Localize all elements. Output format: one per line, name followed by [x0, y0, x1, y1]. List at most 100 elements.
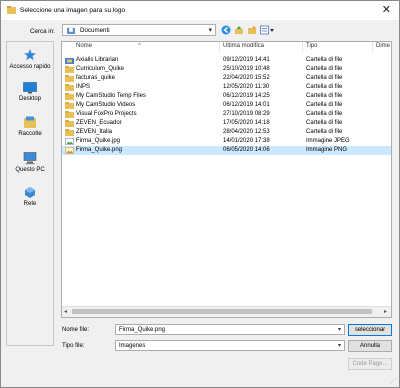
resize-grip-icon[interactable]: ⋰: [390, 377, 397, 385]
folder-icon: [65, 66, 74, 73]
folder-icon: [65, 75, 74, 82]
chevron-down-icon[interactable]: ▾: [338, 326, 341, 333]
file-date: 27/10/2019 08:29: [223, 111, 270, 117]
column-modified[interactable]: Ultima modifica: [223, 43, 264, 49]
file-row[interactable]: Visual FoxPro Projects 27/10/2019 08:29 …: [62, 110, 391, 119]
horizontal-scrollbar[interactable]: ◂ ▸: [62, 306, 391, 317]
file-type: Cartella di file: [306, 120, 343, 126]
place-this-pc[interactable]: Questo PC: [7, 152, 53, 173]
chevron-down-icon: ▾: [337, 343, 341, 349]
file-row[interactable]: ZEVEN_Ecuador 17/05/2020 14:18 Cartella …: [62, 119, 391, 128]
places-bar: Accesso rapido Desktop Raccolte Questo P…: [6, 41, 54, 346]
file-date: 06/05/2020 14:06: [223, 147, 270, 153]
file-name: Visual FoxPro Projects: [76, 111, 137, 117]
file-type: Cartella di file: [306, 102, 343, 108]
file-name: ZEVEN_Italia: [76, 129, 113, 135]
place-label: Accesso rapido: [9, 64, 51, 70]
file-name: Curriculum_Quike: [76, 66, 125, 72]
file-row[interactable]: Curriculum_Quike 25/10/2019 10:48 Cartel…: [62, 65, 391, 74]
file-date: 17/05/2020 14:18: [223, 120, 270, 126]
file-row[interactable]: My CamStudio Videos 06/12/2019 14:01 Car…: [62, 101, 391, 110]
new-folder-icon[interactable]: [247, 25, 257, 35]
file-name: Firma_Quike.png: [76, 147, 123, 153]
file-row-selected[interactable]: Firma_Quike.png 06/05/2020 14:06 Immagin…: [62, 146, 391, 155]
place-label: Raccolte: [18, 131, 42, 137]
file-list-header: ^ Nome Ultima modifica Tipo Dime: [62, 42, 391, 52]
file-date: 06/12/2019 14:25: [223, 93, 270, 99]
special-folder-icon: [65, 58, 74, 64]
file-type: Cartella di file: [306, 66, 343, 72]
look-in-dropdown[interactable]: Documenti ▾: [62, 24, 216, 36]
file-date: 22/04/2020 15:52: [223, 75, 270, 81]
image-file-icon: [65, 147, 74, 154]
file-row[interactable]: facturas_quike 22/04/2020 15:52 Cartella…: [62, 74, 391, 83]
filetype-select[interactable]: Imagenes ▾: [115, 340, 345, 351]
close-icon[interactable]: ✕: [382, 3, 391, 16]
file-type: Cartella di file: [306, 129, 343, 135]
file-row[interactable]: Firma_Quike.jpg 14/01/2020 17:38 Immagin…: [62, 137, 391, 146]
place-label: Questo PC: [15, 167, 45, 173]
file-name: Axialis Librarian: [76, 57, 119, 63]
file-row[interactable]: ZEVEN_Italia 28/04/2020 12:53 Cartella d…: [62, 128, 391, 137]
column-dimension[interactable]: Dime: [376, 43, 390, 49]
documents-folder-icon: [67, 27, 75, 34]
cancel-button[interactable]: Annulla: [348, 340, 392, 352]
look-in-value: Documenti: [80, 27, 110, 34]
file-date: 06/12/2019 14:01: [223, 102, 270, 108]
file-name: facturas_quike: [76, 75, 116, 81]
file-type: Cartella di file: [306, 75, 343, 81]
scroll-left-icon[interactable]: ◂: [64, 308, 67, 315]
column-type[interactable]: Tipo: [306, 43, 317, 49]
file-type: Immagine JPEG: [306, 138, 350, 144]
computer-icon: [23, 152, 37, 165]
scrollbar-thumb[interactable]: [72, 309, 372, 314]
view-menu-icon[interactable]: [260, 25, 275, 35]
file-name: My CamStudio Temp Files: [76, 93, 146, 99]
place-network[interactable]: Rete: [7, 186, 53, 207]
network-icon: [25, 187, 35, 198]
star-icon: [24, 49, 36, 61]
place-desktop[interactable]: Desktop: [7, 82, 53, 102]
file-name: My CamStudio Videos: [76, 102, 136, 108]
file-date: 28/04/2020 12:53: [223, 129, 270, 135]
folder-icon: [65, 84, 74, 91]
column-divider[interactable]: [302, 42, 303, 52]
filename-input[interactable]: Firma_Quike.png ▾: [115, 324, 345, 335]
column-divider[interactable]: [219, 42, 220, 52]
scroll-right-icon[interactable]: ▸: [384, 308, 387, 315]
file-type: Immagine PNG: [306, 147, 348, 153]
file-date: 12/05/2020 11:30: [223, 84, 270, 90]
folder-icon: [65, 102, 74, 109]
window-title: Seleccione una imagen para su logo: [20, 7, 126, 14]
back-icon[interactable]: [221, 25, 231, 35]
column-divider[interactable]: [372, 42, 373, 52]
filename-label: Nome file:: [62, 327, 90, 333]
column-name[interactable]: Nome: [76, 43, 92, 49]
image-file-icon: [65, 138, 74, 145]
file-row[interactable]: INPS 12/05/2020 11:30 Cartella di file: [62, 83, 391, 92]
file-list[interactable]: ^ Nome Ultima modifica Tipo Dime Axialis…: [61, 41, 392, 318]
filetype-label: Tipo file:: [62, 343, 85, 349]
code-page-button: Code Page...: [348, 358, 392, 370]
desktop-icon: [23, 82, 37, 94]
file-type: Cartella di file: [306, 84, 343, 90]
title-bar: Seleccione una imagen para su logo ✕: [1, 1, 399, 20]
folder-icon: [65, 93, 74, 100]
file-row[interactable]: My CamStudio Temp Files 06/12/2019 14:25…: [62, 92, 391, 101]
file-name: ZEVEN_Ecuador: [76, 120, 122, 126]
select-button[interactable]: seleccionar: [348, 324, 392, 336]
folder-icon: [65, 111, 74, 118]
filetype-value: Imagenes: [119, 343, 146, 349]
up-folder-icon[interactable]: [234, 25, 244, 35]
file-name: INPS: [76, 84, 91, 90]
place-libraries[interactable]: Raccolte: [7, 116, 53, 137]
file-row[interactable]: Axialis Librarian 09/12/2019 14:41 Carte…: [62, 56, 391, 65]
place-quick-access[interactable]: Accesso rapido: [7, 48, 53, 70]
file-date: 14/01/2020 17:38: [223, 138, 270, 144]
file-name: Firma_Quike.jpg: [76, 138, 121, 144]
look-in-label: Cerca in:: [30, 28, 55, 35]
chevron-down-icon: ▾: [208, 27, 212, 34]
place-label: Desktop: [18, 96, 41, 102]
folder-icon: [65, 120, 74, 127]
folder-icon: [65, 129, 74, 136]
